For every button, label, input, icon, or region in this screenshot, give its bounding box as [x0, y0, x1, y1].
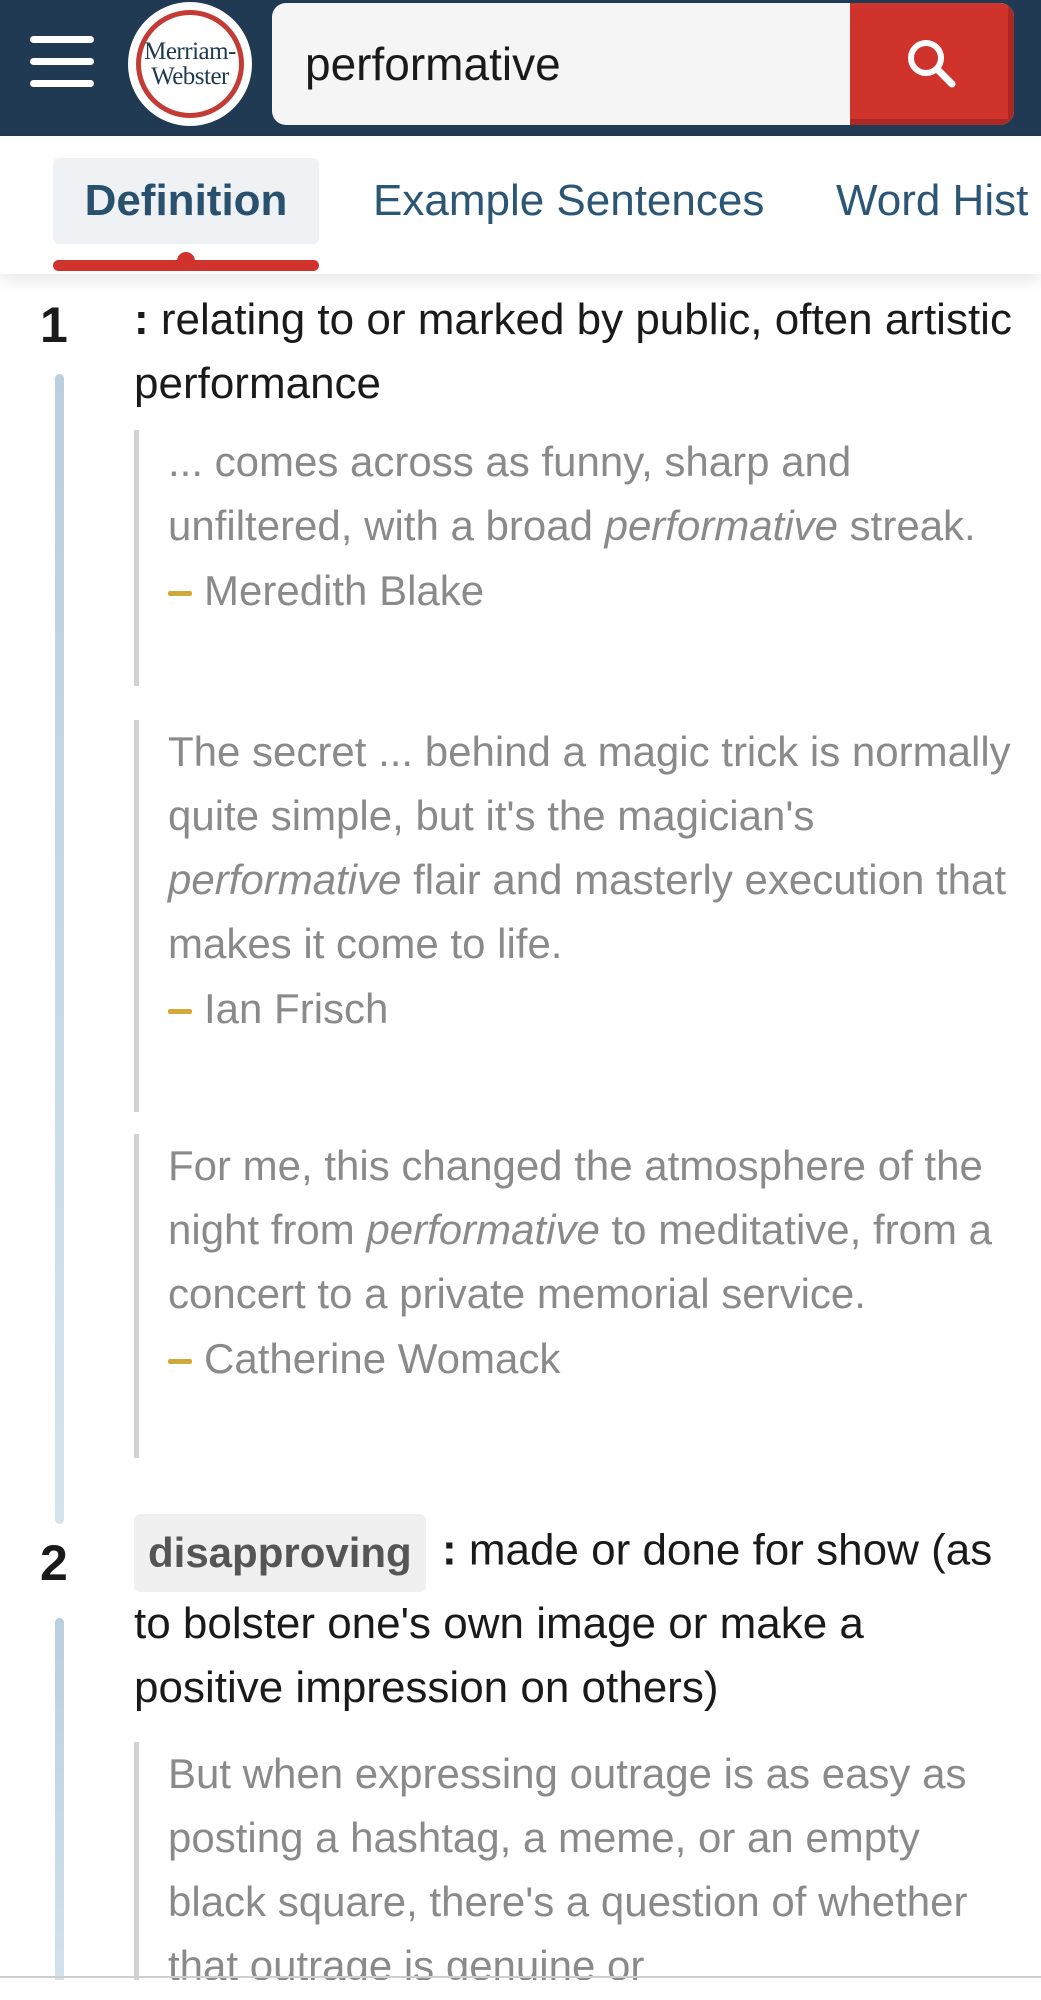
- section-tabs: Definition Example Sentences Word Hist: [0, 136, 1041, 274]
- sense-2: 2 disapproving : made or done for show (…: [0, 1514, 1041, 1980]
- sense-bar: [55, 374, 64, 1524]
- definition-colon: :: [441, 1525, 457, 1575]
- tab-definition[interactable]: Definition: [53, 158, 319, 244]
- search-bar: [272, 3, 1014, 125]
- example-attribution: Ian Frisch: [168, 976, 1014, 1042]
- example-quote: But when expressing outrage is as easy a…: [134, 1742, 1014, 1980]
- usage-label-tag: disapproving: [134, 1514, 426, 1592]
- sense-number: 2: [40, 1535, 68, 1591]
- example-quote: The secret ... behind a magic trick is n…: [134, 720, 1014, 1112]
- site-header: Merriam- Webster: [0, 0, 1041, 136]
- active-tab-indicator: [53, 252, 319, 271]
- search-button[interactable]: [850, 3, 1014, 125]
- attribution-dash: [168, 591, 192, 597]
- example-attribution: Meredith Blake: [168, 558, 1014, 624]
- attribution-dash: [168, 1009, 192, 1015]
- example-attribution: Catherine Womack: [168, 1326, 1014, 1392]
- logo-text-line1: Merriam-: [144, 38, 236, 65]
- bottom-divider: [0, 1976, 1041, 1978]
- definition-text: : relating to or marked by public, often…: [134, 288, 1014, 416]
- definition-text: disapproving : made or done for show (as…: [134, 1514, 1014, 1720]
- search-input[interactable]: [272, 3, 852, 125]
- sense-1: 1 : relating to or marked by public, oft…: [0, 274, 1041, 1534]
- example-text: For me, this changed the atmosphere of t…: [168, 1142, 992, 1317]
- tab-example-sentences[interactable]: Example Sentences: [373, 158, 764, 244]
- merriam-webster-logo[interactable]: Merriam- Webster: [128, 2, 252, 126]
- definition-content: 1 : relating to or marked by public, oft…: [0, 274, 1041, 1980]
- search-icon: [908, 40, 956, 88]
- example-quote: For me, this changed the atmosphere of t…: [134, 1134, 1014, 1458]
- sense-bar: [55, 1618, 64, 1980]
- hamburger-menu-icon[interactable]: [30, 34, 96, 90]
- example-quote: ... comes across as funny, sharp and unf…: [134, 430, 1014, 686]
- author-name: Catherine Womack: [204, 1335, 561, 1382]
- attribution-dash: [168, 1359, 192, 1365]
- example-text: The secret ... behind a magic trick is n…: [168, 728, 1011, 967]
- definition-colon: :: [134, 295, 149, 344]
- sense-number: 1: [40, 297, 68, 353]
- logo-text-line2: Webster: [151, 63, 229, 90]
- author-name: Ian Frisch: [204, 985, 389, 1032]
- definition-body: relating to or marked by public, often a…: [134, 295, 1012, 408]
- example-text: ... comes across as funny, sharp and unf…: [168, 438, 976, 549]
- author-name: Meredith Blake: [204, 567, 485, 614]
- example-text: But when expressing outrage is as easy a…: [168, 1750, 968, 1980]
- tab-word-history[interactable]: Word Hist: [836, 158, 1028, 244]
